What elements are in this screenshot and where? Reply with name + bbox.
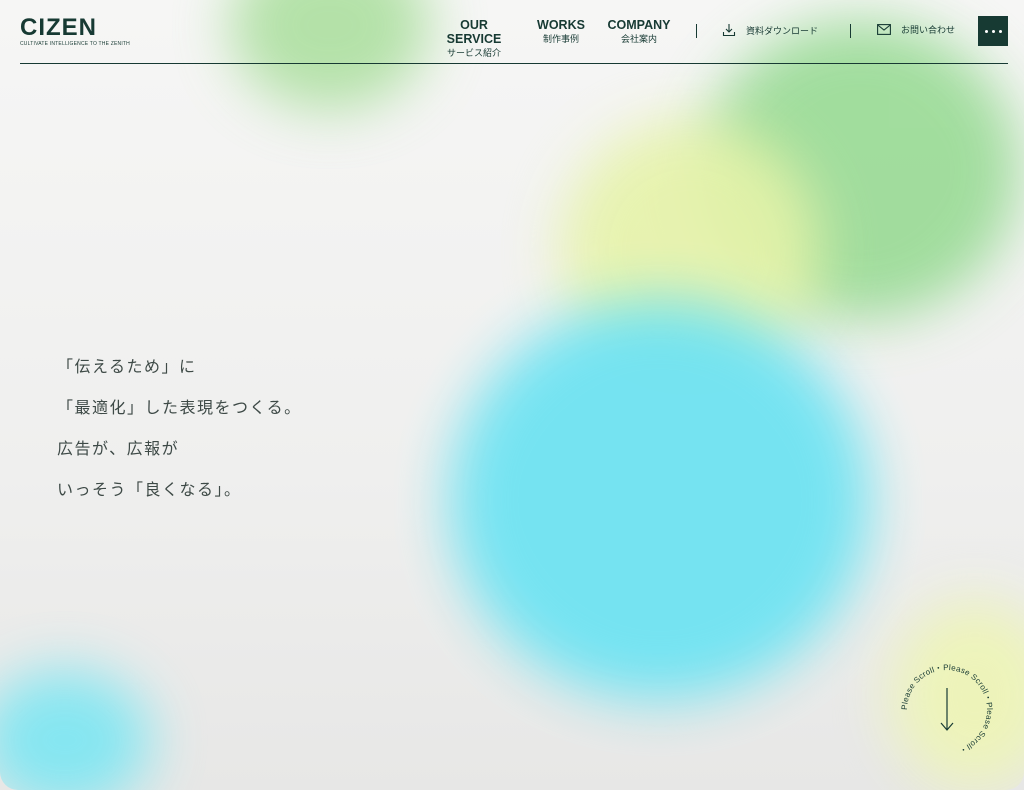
nav-works[interactable]: WORKS 制作事例 [535,18,587,47]
global-nav: OUR SERVICE サービス紹介 WORKS 制作事例 COMPANY 会社… [20,18,1008,59]
download-link[interactable]: 資料ダウンロード [722,23,818,37]
download-icon [722,23,736,37]
bg-blob-cyan-bottom-left [0,670,150,790]
utility-divider [850,24,851,38]
nav-works-sublabel: 制作事例 [542,35,579,45]
more-dot [998,29,1002,33]
mail-icon [877,24,891,35]
nav-company-label: COMPANY [607,18,671,32]
menu-button[interactable] [978,16,1008,46]
nav-our-service[interactable]: OUR SERVICE サービス紹介 [435,18,513,61]
nav-our-service-label: OUR SERVICE [446,18,502,46]
hero-line-3: 広告が、広報が [57,439,180,458]
bg-blob-cyan [450,300,870,700]
nav-divider [696,24,697,38]
nav-company[interactable]: COMPANY 会社案内 [606,18,672,47]
hero-line-4: いっそう「良くなる」。 [57,480,242,499]
hero-line-1: 「伝えるため」に [57,357,197,376]
arrow-down-icon [940,688,954,731]
site-header: CIZEN CULTIVATE INTELLIGENCE TO THE ZENI… [20,0,1008,64]
download-label: 資料ダウンロード [746,26,819,37]
contact-label: お問い合わせ [901,26,956,36]
page: CIZEN CULTIVATE INTELLIGENCE TO THE ZENI… [0,0,1024,790]
nav-company-sublabel: 会社案内 [620,35,657,45]
hero-copy: 「伝えるため」に 「最適化」した表現をつくる。 広告が、広報が いっそう「良くな… [57,355,302,519]
more-dot [991,29,995,33]
more-dots-icon [984,29,988,33]
nav-our-service-sublabel: サービス紹介 [446,49,501,59]
nav-works-label: WORKS [537,18,585,32]
hero-line-2: 「最適化」した表現をつくる。 [57,398,302,417]
contact-link[interactable]: お問い合わせ [877,23,955,36]
scroll-indicator[interactable]: Please Scroll・Please Scroll・Please Scrol… [897,660,997,760]
